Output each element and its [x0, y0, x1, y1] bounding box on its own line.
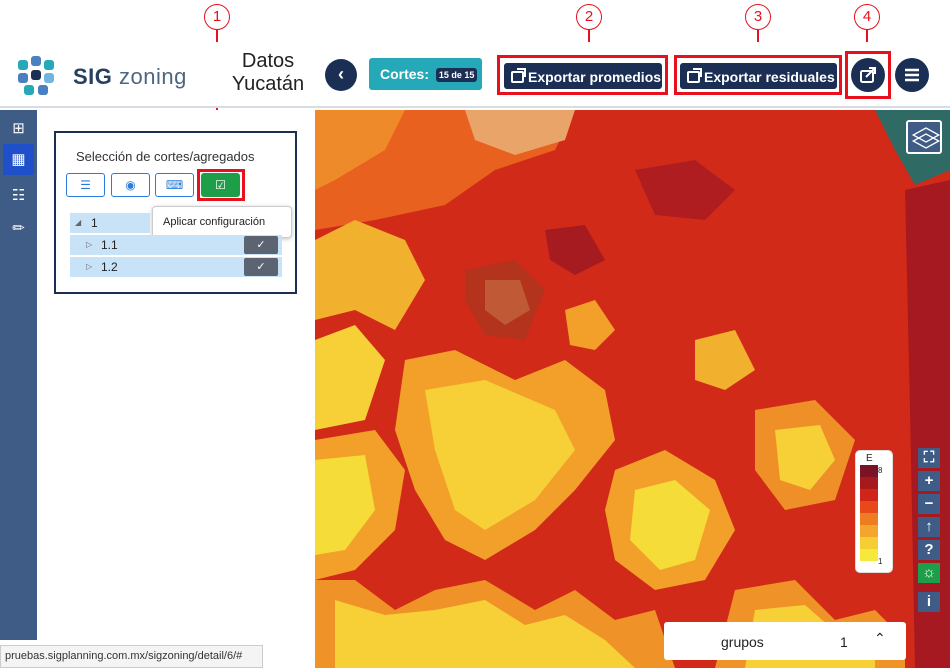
legend-swatch [860, 477, 878, 489]
groups-label: grupos [721, 634, 764, 650]
cortes-count-badge: 15 de 15 [435, 68, 478, 82]
legend-swatch [860, 501, 878, 513]
map-legend: E 8 1 [855, 450, 893, 573]
page: { "annotations": { "c1": "1", "c2": "2",… [0, 0, 950, 668]
check-circle-icon[interactable]: ✓ [244, 236, 278, 254]
globe-view-button[interactable]: ◉ [111, 173, 150, 197]
tool-resize[interactable]: ⊞ [3, 113, 34, 144]
columns-icon: ▦ [11, 151, 26, 168]
tool-brush[interactable]: ✏ [3, 213, 34, 244]
zoom-out-button[interactable]: − [918, 494, 940, 514]
legend-title: E [866, 453, 873, 464]
globe-icon: ◉ [125, 178, 136, 192]
tree-node-label: 1.2 [101, 260, 118, 274]
resize-icon: ⊞ [12, 120, 25, 137]
tree-icon: ⌨ [165, 178, 184, 192]
layers-button[interactable] [906, 120, 942, 154]
legend-swatch [860, 549, 878, 561]
callout-3: 3 [745, 4, 771, 30]
check-circle-icon[interactable]: ✓ [244, 258, 278, 276]
tree-node-1[interactable]: ◢ 1 [70, 213, 150, 233]
zoom-in-button[interactable]: + [918, 471, 940, 491]
hamburger-menu-icon [905, 68, 919, 82]
menu-button[interactable] [895, 58, 929, 92]
help-icon: ? [924, 541, 934, 558]
legend-swatch [860, 513, 878, 525]
collapsed-caret-icon: ▷ [86, 262, 93, 271]
tree-node-1-2[interactable]: ▷ 1.2 ✓ [70, 257, 282, 277]
groups-value: 1 [840, 634, 848, 650]
brush-icon: ✏ [12, 220, 25, 237]
expanded-caret-icon: ◢ [75, 218, 82, 227]
left-toolbar: ⊞ ▦ ☷ ✏ [0, 110, 37, 640]
callout-1: 1 [204, 4, 230, 30]
legend-swatch [860, 525, 878, 537]
highlight-share [845, 51, 891, 99]
fullscreen-button[interactable]: ⛶ [918, 448, 940, 468]
groups-selector[interactable]: grupos 1 ⌃ [664, 622, 906, 660]
list-icon: ☰ [80, 178, 91, 192]
status-url: pruebas.sigplanning.com.mx/sigzoning/det… [0, 645, 263, 668]
cuts-selection-box: Selección de cortes/agregados ☰ ◉ ⌨ ☑ Ap… [54, 131, 297, 294]
chevron-left-icon: ‹ [338, 64, 344, 84]
legend-swatch [860, 489, 878, 501]
zoom-out-icon: − [924, 495, 934, 512]
legend-max-label: 8 [878, 466, 883, 475]
side-panel: Selección de cortes/agregados ☰ ◉ ⌨ ☑ Ap… [37, 110, 315, 640]
highlight-export-averages [497, 55, 668, 95]
north-arrow-icon: ↑ [925, 518, 933, 535]
page-title: Datos Yucatán [231, 50, 305, 95]
eye-off-icon: ☼ [922, 564, 936, 581]
map-view[interactable] [315, 110, 950, 668]
info-icon: i [926, 593, 932, 610]
tool-network[interactable]: ☷ [3, 180, 34, 211]
tree-node-label: 1 [91, 216, 98, 230]
back-button[interactable]: ‹ [325, 59, 357, 91]
choropleth-layer [315, 110, 950, 668]
info-button[interactable]: i [918, 592, 940, 612]
cortes-button[interactable]: Cortes: 15 de 15 [369, 58, 482, 90]
highlight-export-residuals [674, 55, 842, 95]
tree-node-label: 1.1 [101, 238, 118, 252]
legend-swatch [860, 465, 878, 477]
visibility-button[interactable]: ☼ [918, 563, 940, 583]
legend-swatch [860, 537, 878, 549]
fullscreen-icon: ⛶ [923, 449, 935, 466]
brand-name: SIG zoning [73, 64, 187, 89]
tree-node-1-1[interactable]: ▷ 1.1 ✓ [70, 235, 282, 255]
apply-config-tooltip: Aplicar configuración [152, 206, 292, 238]
panel-title: Selección de cortes/agregados [76, 149, 255, 164]
highlight-apply-config [197, 169, 245, 201]
zoom-in-icon: + [924, 472, 934, 489]
callout-2: 2 [576, 4, 602, 30]
legend-min-label: 1 [878, 557, 883, 566]
sigzoning-logo-icon [18, 56, 58, 96]
chevron-up-icon[interactable]: ⌃ [874, 630, 886, 647]
tree-view-button[interactable]: ⌨ [155, 173, 194, 197]
callout-4: 4 [854, 4, 880, 30]
list-view-button[interactable]: ☰ [66, 173, 105, 197]
help-button[interactable]: ? [918, 540, 940, 560]
collapsed-caret-icon: ▷ [86, 240, 93, 249]
cortes-label: Cortes: [380, 66, 430, 82]
tool-columns[interactable]: ▦ [3, 144, 34, 175]
north-button[interactable]: ↑ [918, 517, 940, 537]
network-icon: ☷ [11, 187, 26, 204]
